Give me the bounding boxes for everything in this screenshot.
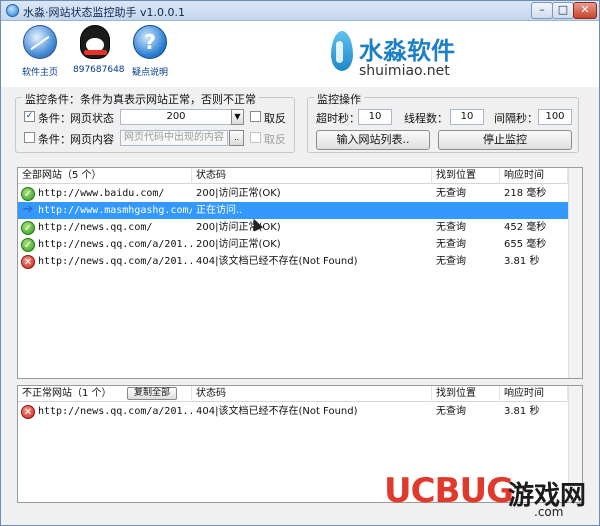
site-response-time: 655 毫秒 [504,239,547,250]
site-response-time: 218 毫秒 [504,188,547,199]
threads-label: 线程数： [404,112,448,125]
timeout-input[interactable]: 10 [358,109,392,125]
all-sites-header: 全部网站（5 个） 状态码 找到位置 响应时间 [18,168,582,184]
site-response-time: 3.81 秒 [504,406,540,417]
title-bar[interactable]: 水淼·网站状态监控助手 v1.0.0.1 – □ ✕ [1,1,599,21]
site-found: 无查询 [436,256,466,267]
close-button[interactable]: ✕ [573,2,597,19]
header-response-time[interactable]: 响应时间 [500,386,568,402]
window-title: 水淼·网站状态监控助手 v1.0.0.1 [23,6,185,19]
table-row[interactable]: ✓ http://news.qq.com/ 200|访问正常(OK) 无查询 4… [18,219,568,236]
qq-penguin-icon [80,25,110,59]
site-status-code: 正在访问.. [196,205,243,216]
app-window: 水淼·网站状态监控助手 v1.0.0.1 – □ ✕ 软件主页 89768764… [0,0,600,526]
condition2-invert-checkbox[interactable] [250,132,261,143]
maximize-button[interactable]: □ [552,2,574,19]
conditions-title: 监控条件：条件为真表示网站正常，否则不正常 [22,91,259,107]
stop-monitor-button[interactable]: 停止监控 [438,130,572,150]
operations-title: 监控操作 [314,91,364,107]
site-status-code: 404|该文档已经不存在(Not Found) [196,406,358,417]
site-found: 无查询 [436,188,466,199]
app-icon [6,4,19,17]
status-code-select[interactable]: 200 [120,109,232,125]
site-url: http://news.qq.com/ [38,222,153,233]
interval-label: 间隔秒： [494,112,538,125]
table-row[interactable]: ✓ http://www.baidu.com/ 200|访问正常(OK) 无查询… [18,185,568,202]
import-sites-button[interactable]: 输入网站列表.. [316,130,430,150]
site-status-code: 404|该文档已经不存在(Not Found) [196,256,358,267]
site-status-code: 200|访问正常(OK) [196,222,281,233]
operations-group: 监控操作 超时秒： 10 线程数： 10 间隔秒： 100 输入网站列表.. 停… [307,91,579,153]
site-url: http://www.baidu.com/ [38,188,165,199]
header-sites[interactable]: 全部网站（5 个） [18,168,192,184]
interval-input[interactable]: 100 [538,109,572,125]
condition2-checkbox[interactable] [24,132,35,143]
home-label: 软件主页 [21,68,58,78]
header-status-code[interactable]: 状态码 [192,168,432,184]
logo-text-cn: 水淼软件 [359,37,455,65]
site-response-time [500,202,568,219]
minimize-button[interactable]: – [531,2,553,19]
all-sites-scrollbar[interactable] [568,168,582,378]
chevron-down-icon[interactable]: ▼ [231,109,244,125]
water-drop-icon [331,31,353,71]
site-found: 无查询 [436,406,466,417]
condition2-label: 条件： [38,133,71,146]
site-response-time: 452 毫秒 [504,222,547,233]
condition2-field: 网页内容 [70,133,114,146]
table-row[interactable]: ✓ http://news.qq.com/a/201... 200|访问正常(O… [18,236,568,253]
copy-all-button[interactable]: 复制全部 [127,387,177,400]
site-url: http://news.qq.com/a/201... [38,239,192,250]
site-url: http://news.qq.com/a/201... [38,406,192,417]
table-row[interactable]: ✕ http://news.qq.com/a/201... 404|该文档已经不… [18,253,568,270]
home-button[interactable]: 软件主页 [19,25,61,78]
site-url: http://news.qq.com/a/201... [38,256,192,267]
watermark: UCBUG 游戏网 .com [384,469,596,523]
site-response-time: 3.81 秒 [504,256,540,267]
site-found [432,202,500,219]
qq-label: 897687648 [73,65,125,75]
condition1-invert-checkbox[interactable] [250,111,261,122]
help-button[interactable]: ? 疑点说明 [129,25,171,78]
site-status-code: 200|访问正常(OK) [196,239,281,250]
abnormal-sites-header: 不正常网站（1 个） 复制全部 状态码 找到位置 响应时间 [18,386,582,402]
conditions-group: 监控条件：条件为真表示网站正常，否则不正常 ✓ 条件： 网页状态 200 ▼ 取… [15,91,295,153]
qq-button[interactable]: 897687648 [73,25,125,75]
condition1-field: 网页状态 [70,112,114,125]
globe-icon [23,25,57,59]
help-icon: ? [133,25,167,59]
condition1-checkbox[interactable]: ✓ [24,111,35,122]
table-row[interactable]: ✕ http://news.qq.com/a/201... 404|该文档已经不… [18,403,568,420]
site-url: http://www.masmhgashg.com/ [38,205,192,216]
brand-logo: 水淼软件 shuimiao.net [331,29,481,81]
logo-text-en: shuimiao.net [359,63,450,79]
all-sites-table[interactable]: 全部网站（5 个） 状态码 找到位置 响应时间 ✓ http://www.bai… [17,167,583,379]
threads-input[interactable]: 10 [450,109,484,125]
header-found[interactable]: 找到位置 [432,386,500,402]
help-label: 疑点说明 [131,68,168,78]
condition1-invert-label: 取反 [264,112,286,125]
watermark-domain: .com [534,505,564,519]
content-input[interactable]: 网页代码中出现的内容 [120,130,228,146]
table-row[interactable]: ➔ http://www.masmhgashg.com/ 正在访问.. [18,202,568,219]
site-found: 无查询 [436,239,466,250]
site-found: 无查询 [436,222,466,233]
condition2-invert-label: 取反 [264,133,286,146]
condition1-label: 条件： [38,112,71,125]
timeout-label: 超时秒： [316,112,360,125]
toolbar: 软件主页 897687648 ? 疑点说明 水淼软件 shuimiao.net [1,21,599,87]
watermark-brand: UCBUG [384,471,514,511]
header-response-time[interactable]: 响应时间 [500,168,568,184]
browse-button[interactable]: .. [229,130,244,146]
header-status-code[interactable]: 状态码 [192,386,432,402]
header-found[interactable]: 找到位置 [432,168,500,184]
site-status-code: 200|访问正常(OK) [196,188,281,199]
